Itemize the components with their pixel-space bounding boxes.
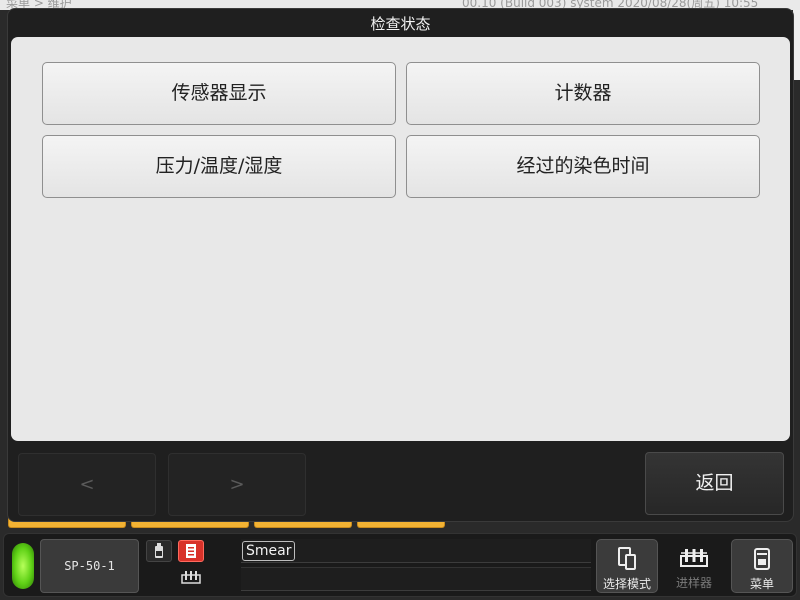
slide-rack-alert-icon[interactable] [178, 540, 204, 562]
device-selector[interactable]: SP-50-1 [40, 539, 139, 593]
sensor-display-button[interactable]: 传感器显示 [42, 62, 396, 125]
pressure-temperature-humidity-button[interactable]: 压力/温度/湿度 [42, 135, 396, 198]
status-bar: SP-50-1 Smear 选择模式 进样器 菜单 [3, 533, 797, 597]
status-led-indicator [12, 543, 34, 589]
dialog-content: 传感器显示 计数器 压力/温度/湿度 经过的染色时间 [11, 37, 790, 441]
menu-label: 菜单 [749, 577, 774, 591]
smear-secondary-row [241, 567, 591, 591]
sampler-button[interactable]: 进样器 [663, 539, 725, 593]
tube-rack-icon[interactable] [178, 566, 204, 588]
sampler-icon [663, 545, 725, 571]
smear-label: Smear [242, 541, 296, 561]
reagent-bottle-icon[interactable] [146, 540, 172, 562]
sampler-label: 进样器 [675, 576, 712, 590]
counter-button[interactable]: 计数器 [406, 62, 760, 125]
previous-page-button[interactable]: < [18, 453, 156, 516]
menu-icon [732, 546, 792, 572]
elapsed-staining-time-button[interactable]: 经过的染色时间 [406, 135, 760, 198]
smear-info-panel: Smear [241, 539, 591, 591]
select-mode-label: 选择模式 [602, 577, 651, 591]
smear-row: Smear [241, 539, 591, 563]
menu-button[interactable]: 菜单 [731, 539, 793, 593]
next-page-button[interactable]: > [168, 453, 306, 516]
back-button[interactable]: 返回 [645, 452, 784, 515]
check-status-dialog: 检查状态 传感器显示 计数器 压力/温度/湿度 经过的染色时间 < > 返回 [7, 8, 794, 522]
select-mode-button[interactable]: 选择模式 [596, 539, 658, 593]
dialog-title: 检查状态 [370, 15, 431, 33]
select-mode-icon [597, 546, 657, 572]
background-panel-edge [793, 10, 800, 80]
